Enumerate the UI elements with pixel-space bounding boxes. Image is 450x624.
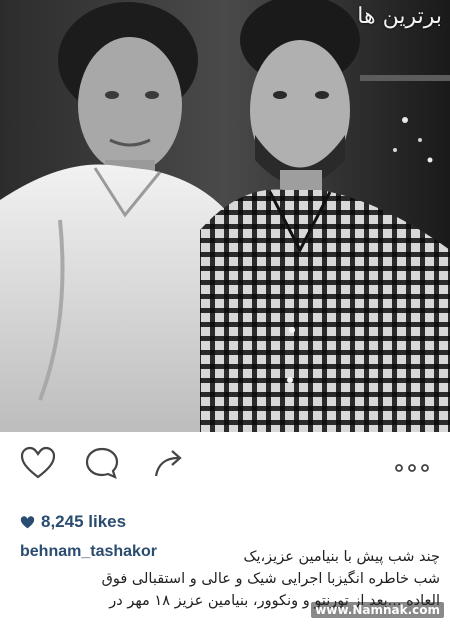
watermark-logo: برترین ها <box>357 4 443 29</box>
comment-bubble-icon[interactable] <box>84 446 120 485</box>
post-photo[interactable]: برترین ها <box>0 0 450 432</box>
heart-filled-icon <box>20 515 35 528</box>
likes-text: 8,245 likes <box>41 512 127 531</box>
caption-line: چند شب پیش با بنیامین عزیز،یک <box>243 549 440 565</box>
site-watermark: www.Namnak.com <box>311 602 444 618</box>
caption-line: شب خاطره انگیزبا اجرایی شیک و عالی و است… <box>101 571 440 587</box>
share-arrow-icon[interactable] <box>152 446 188 485</box>
more-dots-icon[interactable] <box>394 460 430 478</box>
photo-image <box>0 0 450 432</box>
likes-count[interactable]: 8,245 likes <box>20 512 126 532</box>
heart-outline-icon[interactable] <box>20 446 56 485</box>
action-bar <box>0 432 450 494</box>
